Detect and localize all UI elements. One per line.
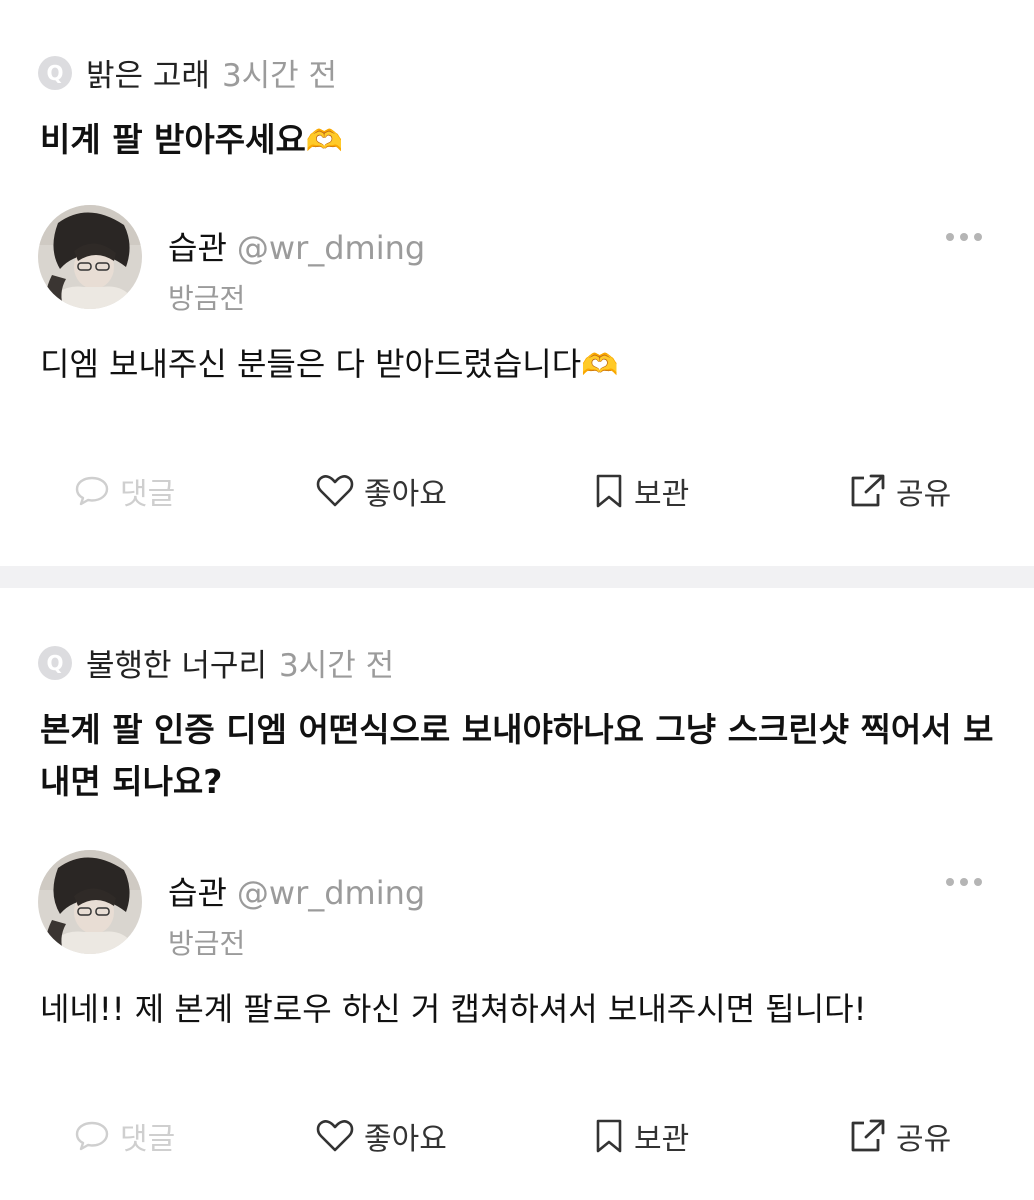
comment-label: 댓글 [120,1122,176,1157]
question-time: 3시간 전 [278,648,395,684]
comment-label: 댓글 [120,477,176,512]
like-label: 좋아요 [364,1122,447,1157]
heart-hands-emoji: 🫶 [305,124,344,159]
reply-name[interactable]: 습관 [168,223,227,269]
reply-meta: 습관 @wr_dming 방금전 [168,850,425,962]
like-button[interactable]: 좋아요 [316,1106,447,1166]
like-button[interactable]: 좋아요 [316,461,447,521]
post-card-2: Q 불행한 너구리 3시간 전 본계 팔 인증 디엠 어떤식으로 보내야하나요 … [0,588,1034,1200]
reply-meta: 습관 @wr_dming 방금전 [168,205,425,317]
question-badge-icon: Q [38,645,72,680]
reply-name[interactable]: 습관 [168,868,227,914]
reply-handle[interactable]: @wr_dming [237,229,425,267]
question-header: Q 밝은 고래 3시간 전 [38,50,337,95]
reply-time: 방금전 [168,282,246,315]
question-text-content: 비계 팔 받아주세요 [40,120,306,159]
share-button[interactable]: 공유 [848,461,951,521]
reply-text-content: 네네!! 제 본계 팔로우 하신 거 캡쳐하셔서 보내주시면 됩니다! [40,990,867,1028]
save-button[interactable]: 보관 [594,1106,689,1166]
reply-name-line: 습관 @wr_dming [168,223,425,269]
question-text[interactable]: 비계 팔 받아주세요🫶 [40,114,994,168]
reply-text: 네네!! 제 본계 팔로우 하신 거 캡쳐하셔서 보내주시면 됩니다! [40,985,994,1033]
save-button[interactable]: 보관 [594,461,689,521]
save-label: 보관 [634,1122,690,1157]
post-divider [0,566,1034,588]
post-card-1: Q 밝은 고래 3시간 전 비계 팔 받아주세요🫶 습관 @wr_dming 방… [0,0,1034,566]
share-icon [851,474,885,507]
reply-header: 습관 @wr_dming 방금전 [38,850,425,962]
action-bar: 댓글 좋아요 보관 공유 [0,1106,1034,1166]
bookmark-icon [596,1119,622,1153]
reply-handle[interactable]: @wr_dming [237,874,425,912]
heart-hands-emoji: 🫶 [581,348,619,383]
chat-bubble-icon [75,1121,109,1151]
action-bar: 댓글 좋아요 보관 공유 [0,461,1034,521]
reply-text-content: 디엠 보내주신 분들은 다 받아드렸습니다 [40,345,582,383]
question-author[interactable]: 밝은 고래 [86,50,210,95]
share-icon [851,1119,885,1152]
more-options-icon[interactable] [946,233,982,241]
reply-header: 습관 @wr_dming 방금전 [38,205,425,317]
reply-text: 디엠 보내주신 분들은 다 받아드렸습니다🫶 [40,340,994,390]
avatar[interactable] [38,850,142,954]
question-time: 3시간 전 [221,58,338,94]
question-author[interactable]: 불행한 너구리 [86,640,267,685]
question-text[interactable]: 본계 팔 인증 디엠 어떤식으로 보내야하나요 그냥 스크린샷 찍어서 보내면 … [40,704,994,808]
heart-icon [316,475,354,507]
like-label: 좋아요 [364,477,447,512]
bookmark-icon [596,474,622,508]
reply-name-line: 습관 @wr_dming [168,868,425,914]
share-label: 공유 [896,477,952,512]
question-text-content: 본계 팔 인증 디엠 어떤식으로 보내야하나요 그냥 스크린샷 찍어서 보내면 … [40,710,994,801]
comment-button[interactable]: 댓글 [74,461,175,521]
chat-bubble-icon [75,476,109,506]
question-header: Q 불행한 너구리 3시간 전 [38,640,394,685]
more-options-icon[interactable] [946,878,982,886]
avatar[interactable] [38,205,142,309]
comment-button[interactable]: 댓글 [74,1106,175,1166]
share-label: 공유 [896,1122,952,1157]
reply-time: 방금전 [168,927,246,960]
question-badge-icon: Q [38,55,72,90]
heart-icon [316,1120,354,1152]
save-label: 보관 [634,477,690,512]
share-button[interactable]: 공유 [848,1106,951,1166]
